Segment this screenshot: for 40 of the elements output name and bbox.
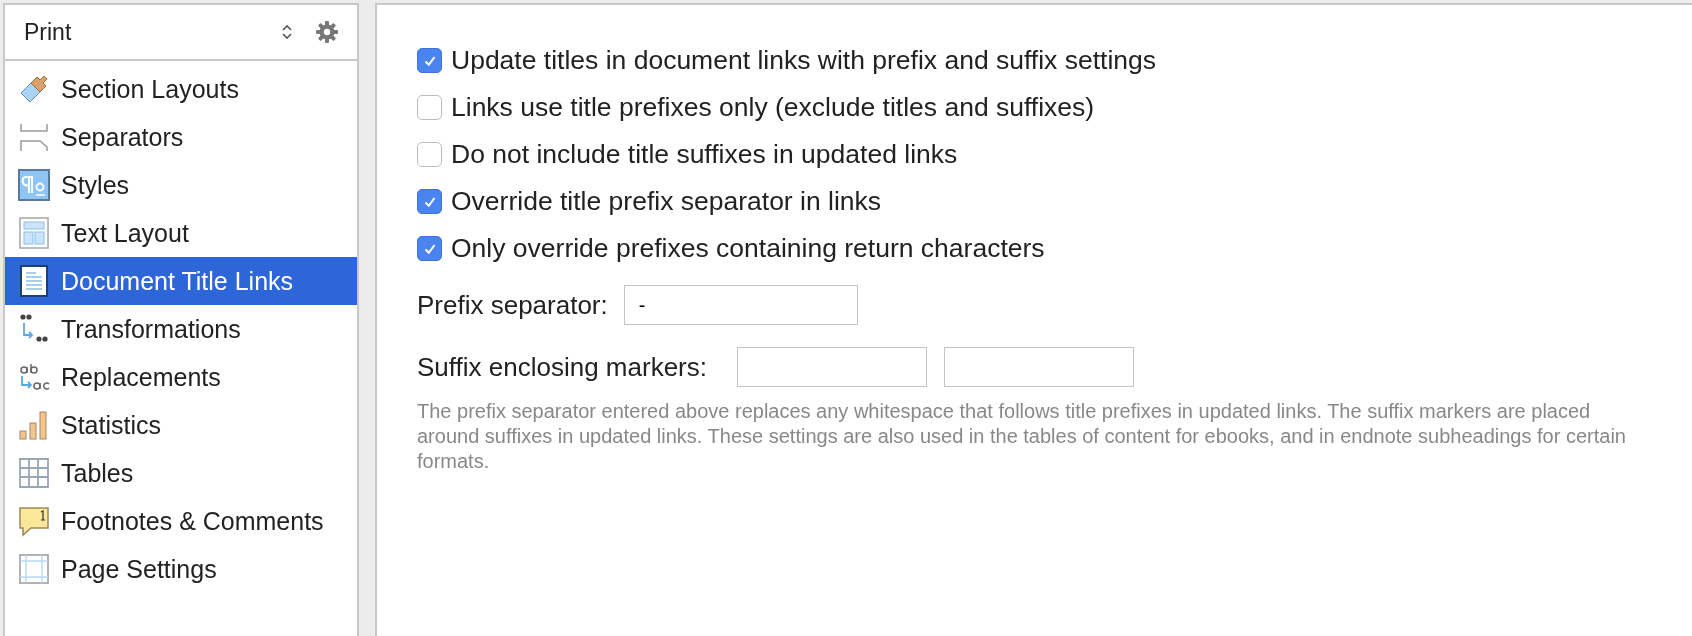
input-field[interactable]: [737, 347, 927, 387]
bar-chart-icon: [18, 409, 50, 441]
input-field[interactable]: [944, 347, 1134, 387]
quote-arrow-icon: [18, 313, 50, 345]
sidebar-item[interactable]: Text Layout: [5, 209, 357, 257]
document-icon: [18, 265, 50, 297]
checkbox[interactable]: [417, 48, 442, 73]
checkbox-label: Update titles in document links with prefix and suffix settings: [451, 45, 1157, 76]
prefix-separator-field[interactable]: -: [623, 285, 858, 325]
sidebar-item[interactable]: Page Settings: [5, 545, 357, 593]
sidebar-item[interactable]: Separators: [5, 113, 357, 161]
checkbox-label: Override title prefix separator in links: [451, 186, 882, 217]
sidebar-item[interactable]: Statistics: [5, 401, 357, 449]
sidebar-item[interactable]: Footnotes & Comments: [5, 497, 357, 545]
grid-icon: [18, 457, 50, 489]
checkbox[interactable]: [417, 189, 442, 214]
checkbox[interactable]: [417, 95, 442, 120]
separator-icon: [18, 121, 50, 153]
checkbox-label: Links use title prefixes only (exclude titles and suffixes): [451, 92, 1095, 123]
sidebar-item[interactable]: Tables: [5, 449, 357, 497]
layout-icon: [18, 217, 50, 249]
stepper-icon[interactable]: [281, 22, 293, 42]
sidebar-item[interactable]: Document Title Links: [5, 257, 357, 305]
sidebar-item[interactable]: Replacements: [5, 353, 357, 401]
page-icon: [18, 553, 50, 585]
mode-select[interactable]: Print: [24, 18, 259, 46]
help-text: The prefix separator entered above replaces any whitespace that follows title prefixes in updated links. The suffix markers are placed around suffixes in updated links. These settings are also used in the tables of content for ebooks, and in endnote subheadings for certain formats.: [417, 399, 1627, 474]
text-replace-icon: [18, 361, 50, 393]
checkbox[interactable]: [417, 142, 442, 167]
field-label: Suffix enclosing markers:: [417, 351, 707, 383]
checkbox[interactable]: [417, 236, 442, 261]
paragraph-style-icon: [18, 169, 50, 201]
paintbrush-icon: [18, 73, 50, 105]
sidebar-item[interactable]: Section Layouts: [5, 65, 357, 113]
checkbox-label: Only override prefixes containing return characters: [451, 233, 1045, 264]
checkbox-label: Do not include title suffixes in updated links: [451, 139, 958, 170]
sidebar-item[interactable]: Styles: [5, 161, 357, 209]
field-label: Prefix separator:: [417, 289, 608, 321]
speech-bubble-icon: [18, 505, 50, 537]
sidebar-item[interactable]: Transformations: [5, 305, 357, 353]
